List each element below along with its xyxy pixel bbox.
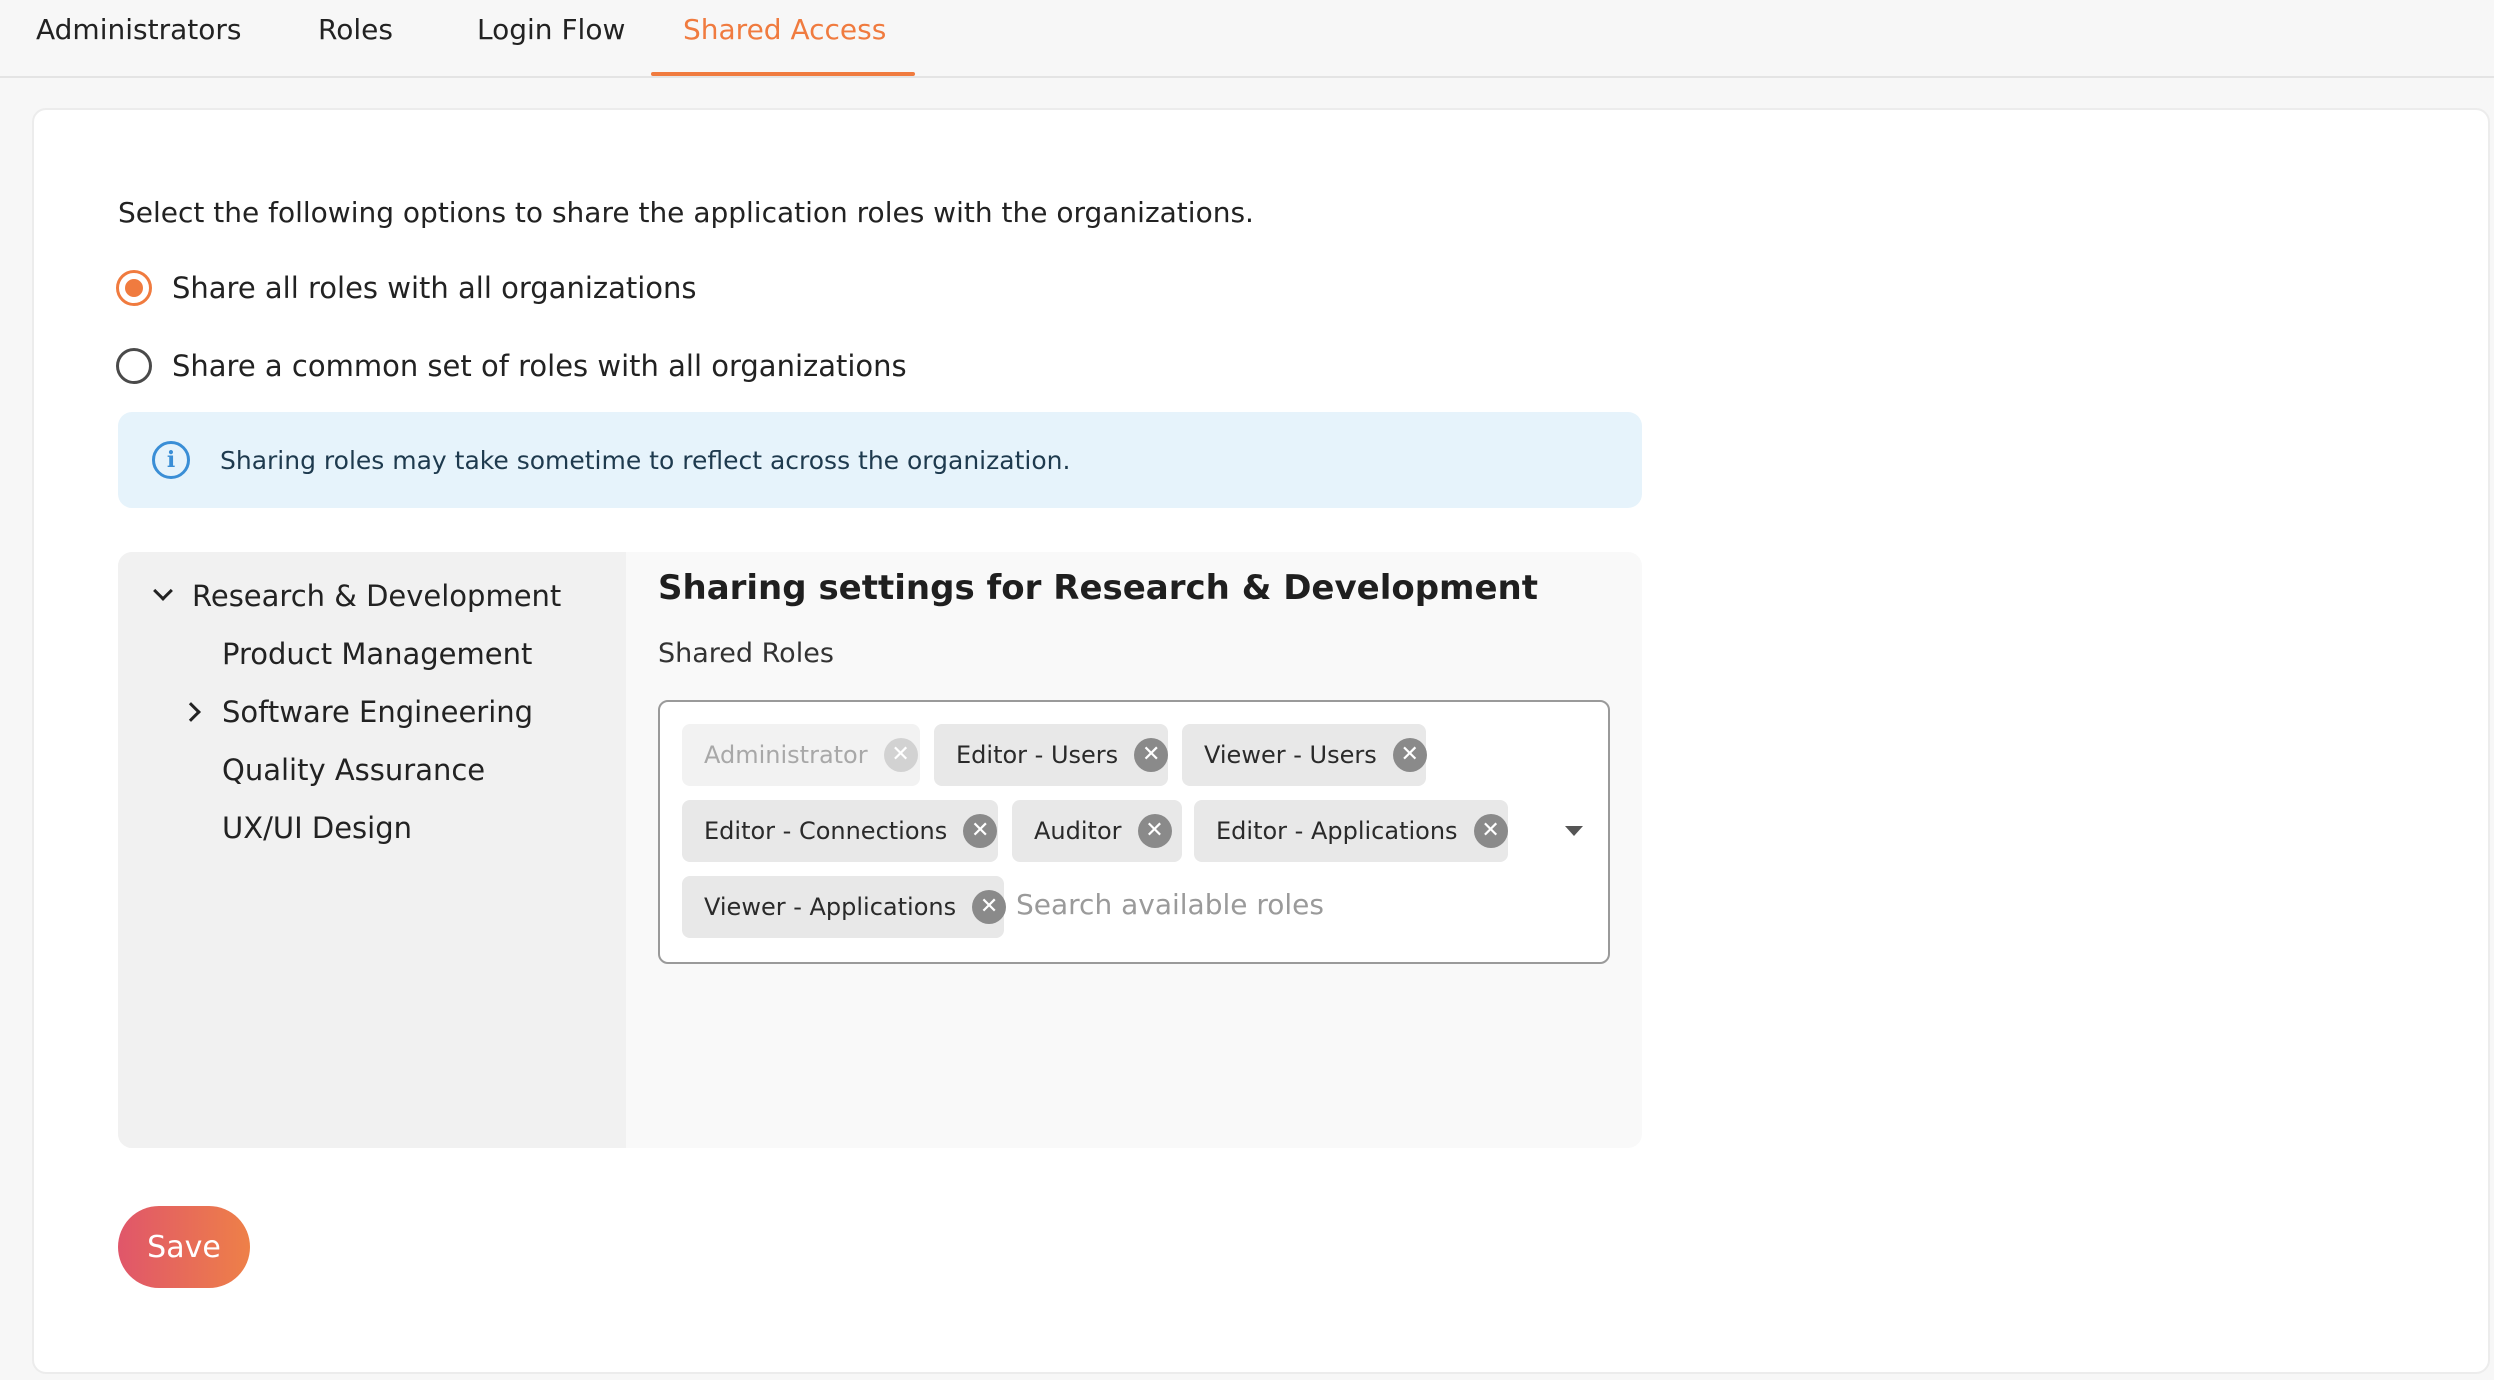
caret-down-icon[interactable] <box>1565 826 1583 836</box>
info-banner: i Sharing roles may take sometime to ref… <box>118 412 1642 508</box>
role-chip-label: Auditor <box>1034 817 1122 845</box>
tree-item-quality-assurance[interactable]: Quality Assurance <box>222 748 485 792</box>
sharing-settings-title: Sharing settings for Research & Developm… <box>658 568 1538 608</box>
role-chip-editor-users: Editor - Users ✕ <box>934 724 1169 786</box>
chevron-down-icon[interactable] <box>153 581 173 601</box>
tree-item-label: UX/UI Design <box>222 811 412 845</box>
info-icon: i <box>152 441 190 479</box>
role-chip-viewer-applications: Viewer - Applications ✕ <box>682 876 1007 938</box>
option-share-common-roles[interactable]: Share a common set of roles with all org… <box>116 346 907 386</box>
option-share-all-roles[interactable]: Share all roles with all organizations <box>116 268 697 308</box>
shared-roles-label: Shared Roles <box>658 638 834 669</box>
chevron-right-icon[interactable] <box>181 702 201 722</box>
role-chip-label: Editor - Connections <box>704 817 948 845</box>
role-chip-auditor: Auditor ✕ <box>1012 800 1182 862</box>
sharing-settings: Sharing settings for Research & Developm… <box>626 552 1642 1148</box>
tree-item-label: Quality Assurance <box>222 753 486 787</box>
tree-item-research-development[interactable]: Research & Development <box>153 574 562 618</box>
role-chip-editor-connections: Editor - Connections ✕ <box>682 800 998 862</box>
option-label: Share all roles with all organizations <box>172 271 697 305</box>
tab-roles[interactable]: Roles <box>318 0 393 78</box>
radio-selected-icon[interactable] <box>116 270 152 306</box>
remove-role-icon[interactable]: ✕ <box>972 890 1007 924</box>
tab-administrators[interactable]: Administrators <box>36 0 241 78</box>
remove-role-icon: ✕ <box>883 738 918 772</box>
remove-role-icon[interactable]: ✕ <box>1137 814 1172 848</box>
save-button[interactable]: Save <box>118 1206 250 1288</box>
tab-shared-access[interactable]: Shared Access <box>683 0 886 78</box>
remove-role-icon[interactable]: ✕ <box>963 814 998 848</box>
role-chip-label: Editor - Users <box>956 741 1119 769</box>
option-label: Share a common set of roles with all org… <box>172 349 907 383</box>
role-chip-label: Editor - Applications <box>1216 817 1458 845</box>
info-banner-text: Sharing roles may take sometime to refle… <box>220 445 1071 475</box>
tab-bar: Administrators Roles Login Flow Shared A… <box>0 0 2494 78</box>
remove-role-icon[interactable]: ✕ <box>1392 738 1427 772</box>
tree-item-label: Software Engineering <box>222 695 534 729</box>
tree-item-label: Product Management <box>222 637 533 671</box>
role-chip-editor-applications: Editor - Applications ✕ <box>1194 800 1508 862</box>
role-chip-label: Administrator <box>704 741 868 769</box>
role-chip-label: Viewer - Users <box>1204 741 1377 769</box>
tree-item-product-management[interactable]: Product Management <box>222 632 532 676</box>
search-roles-input[interactable] <box>1016 880 1496 928</box>
remove-role-icon[interactable]: ✕ <box>1473 814 1508 848</box>
tab-login-flow[interactable]: Login Flow <box>477 0 625 78</box>
role-chip-label: Viewer - Applications <box>704 893 957 921</box>
intro-text: Select the following options to share th… <box>118 196 1254 229</box>
org-sharing-panel: Research & Development Product Managemen… <box>118 552 1642 1148</box>
radio-unselected-icon[interactable] <box>116 348 152 384</box>
tree-item-software-engineering[interactable]: Software Engineering <box>181 690 534 734</box>
tree-item-label: Research & Development <box>192 579 562 613</box>
role-chip-viewer-users: Viewer - Users ✕ <box>1182 724 1427 786</box>
org-tree: Research & Development Product Managemen… <box>118 552 626 1148</box>
remove-role-icon[interactable]: ✕ <box>1134 738 1169 772</box>
shared-roles-select[interactable]: Administrator ✕ Editor - Users ✕ Viewer … <box>658 700 1610 964</box>
role-chip-administrator: Administrator ✕ <box>682 724 920 786</box>
active-tab-indicator <box>651 72 915 76</box>
tree-item-ux-ui-design[interactable]: UX/UI Design <box>222 806 412 850</box>
